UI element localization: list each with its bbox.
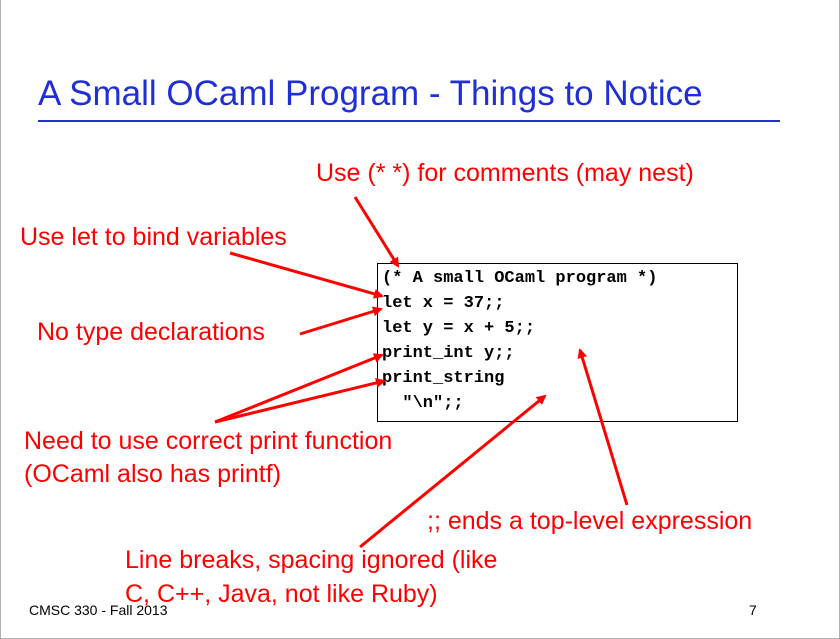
arrow-toplevel <box>577 348 629 506</box>
slide: A Small OCaml Program - Things to Notice… <box>0 0 840 639</box>
arrow-let-bind <box>229 251 384 299</box>
page-number: 7 <box>749 602 757 618</box>
footer-course: CMSC 330 - Fall 2013 <box>29 602 168 618</box>
callout-arrows <box>214 196 629 549</box>
arrow-comments <box>353 196 400 268</box>
arrow-linebreaks <box>359 394 547 549</box>
arrow-no-types <box>299 306 383 336</box>
